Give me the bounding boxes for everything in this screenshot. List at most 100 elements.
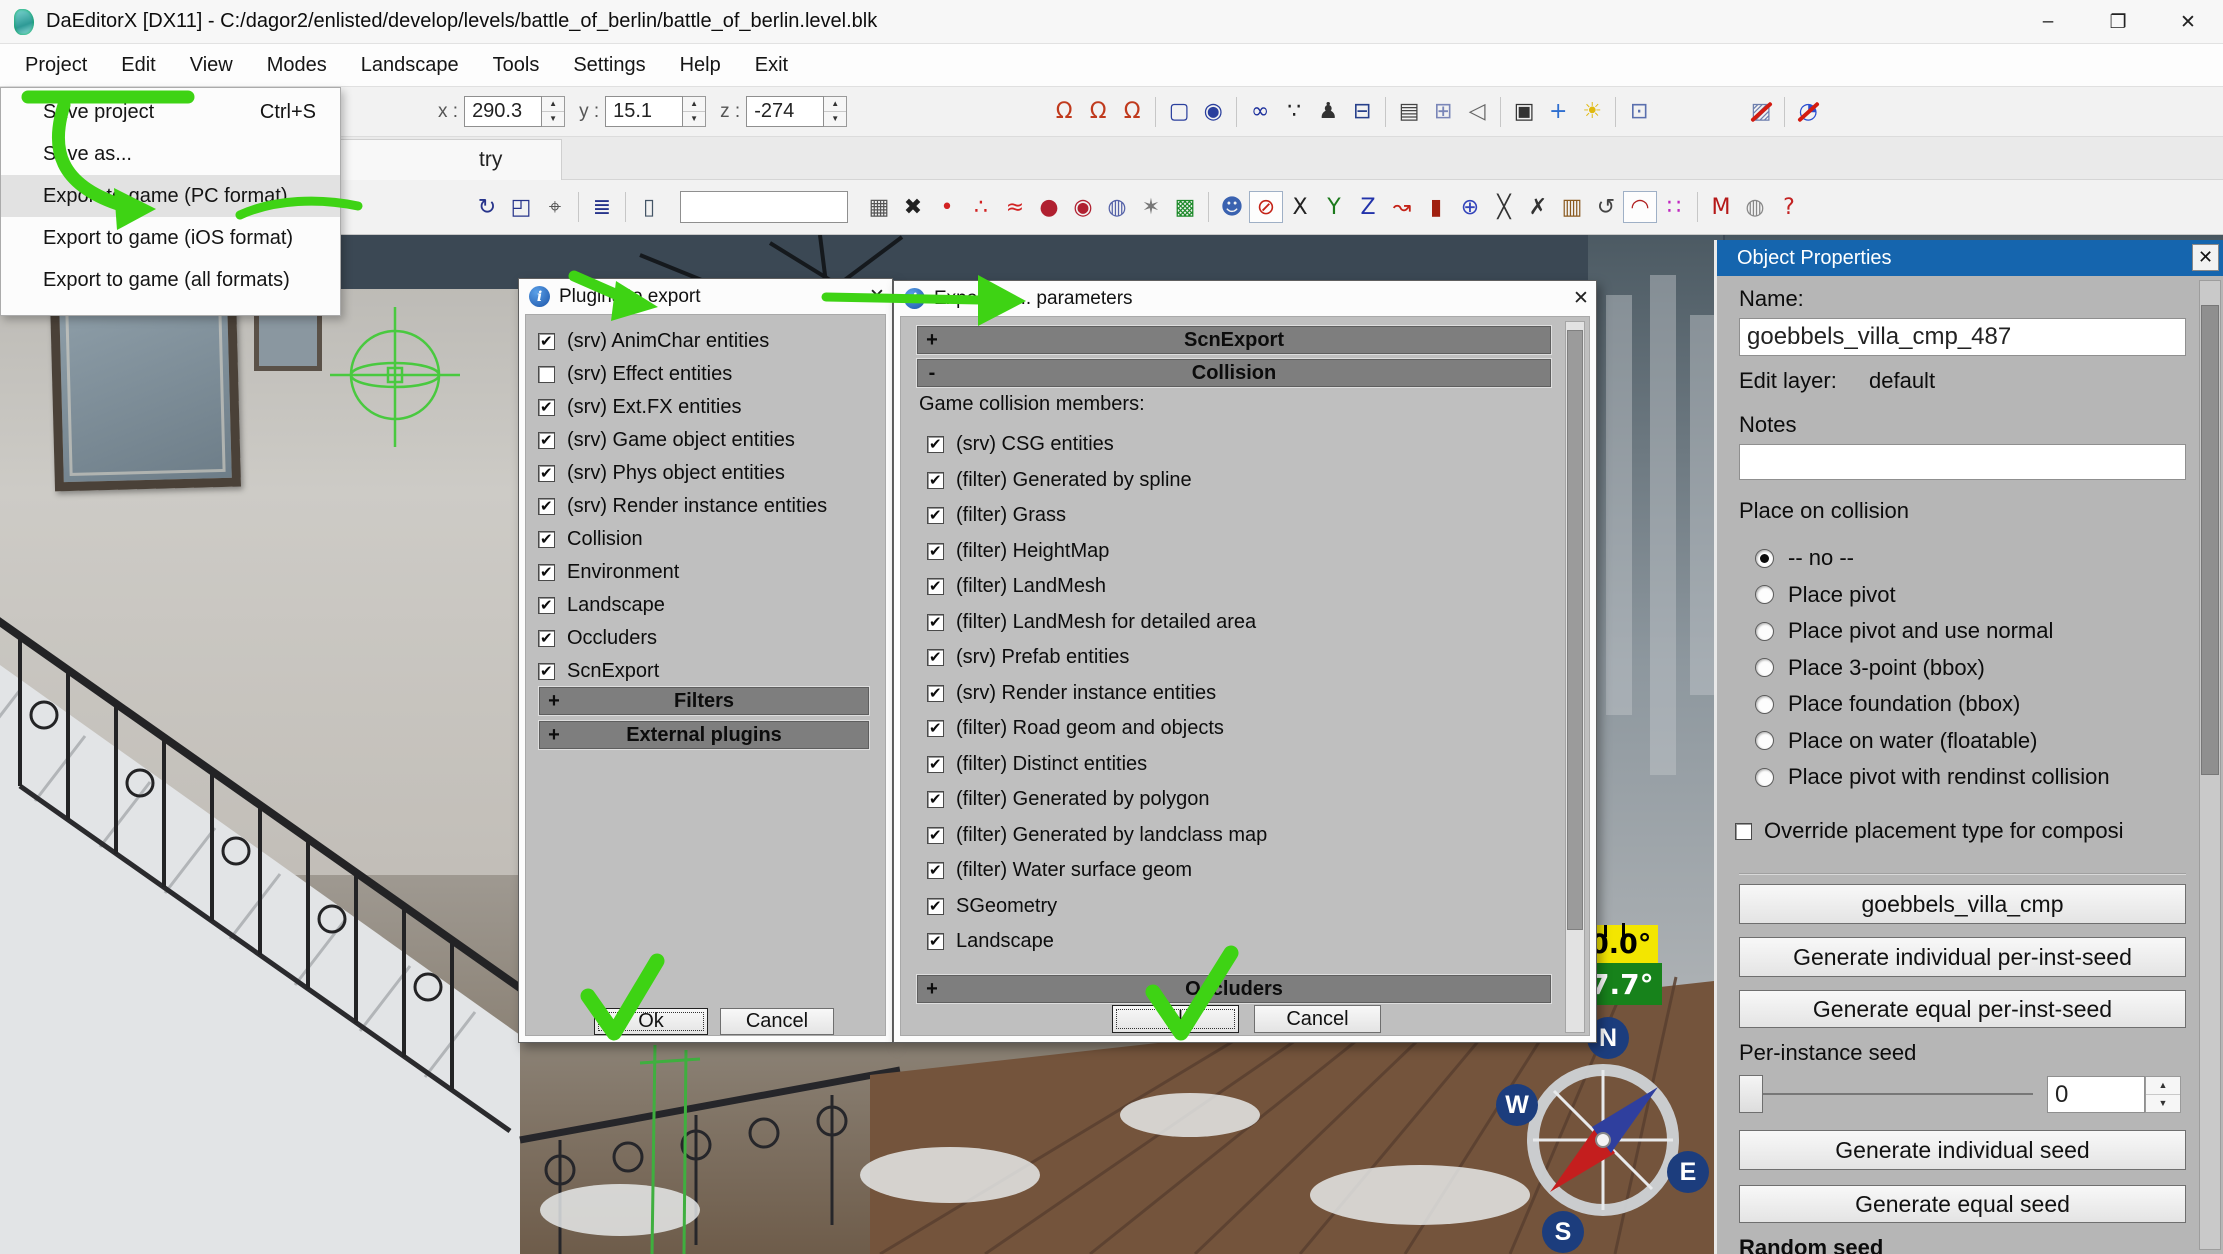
checkbox[interactable] <box>927 790 944 809</box>
menu-item[interactable]: Tools <box>476 44 557 87</box>
menu-item[interactable]: Edit <box>104 44 172 87</box>
menu-item[interactable]: Landscape <box>344 44 476 87</box>
checkbox[interactable] <box>927 897 944 915</box>
member-checkbox-row[interactable]: Landscape <box>927 924 1549 960</box>
member-checkbox-row[interactable]: SGeometry <box>927 889 1549 925</box>
disable-navigation-icon[interactable]: ◔ <box>1791 96 1825 128</box>
scale-mode-icon[interactable]: ◰ <box>504 191 538 223</box>
checkbox[interactable] <box>538 530 555 548</box>
radio-button[interactable] <box>1755 621 1774 641</box>
checkbox[interactable] <box>927 542 944 560</box>
plugin-checkbox-row[interactable]: Environment <box>538 556 873 589</box>
override-checkbox[interactable] <box>1735 822 1752 840</box>
name-input[interactable] <box>1739 318 2186 356</box>
dropdown-menu-item[interactable]: Save project Ctrl+S <box>1 91 340 133</box>
plugin-checkbox-row[interactable]: (srv) Effect entities <box>538 358 873 391</box>
checkbox[interactable] <box>927 755 944 773</box>
radio-button[interactable] <box>1755 548 1774 568</box>
sphere-entity-icon[interactable]: ● <box>1032 191 1066 223</box>
z-coordinate-stepper[interactable]: ▲ ▼ <box>824 96 848 127</box>
sphere-face-icon[interactable]: ☻ <box>1215 191 1249 223</box>
seed-slider-track[interactable] <box>1751 1093 2033 1095</box>
radio-button[interactable] <box>1755 585 1774 605</box>
generate-individual-per-inst-seed-button[interactable]: Generate individual per-inst-seed <box>1739 937 2186 977</box>
checkbox[interactable] <box>538 662 555 680</box>
plugin-checkbox-row[interactable]: (srv) Render instance entities <box>538 490 873 523</box>
cancel-button[interactable]: Cancel <box>1254 1005 1381 1033</box>
dropdown-menu-item[interactable]: Export to game (PC format) <box>1 175 340 217</box>
footsteps-icon[interactable]: ∵ <box>1277 96 1311 128</box>
member-checkbox-row[interactable]: (filter) Grass <box>927 498 1549 534</box>
walk-mode-icon[interactable]: ♟ <box>1311 96 1345 128</box>
hydrant-icon[interactable]: ▮ <box>1419 191 1453 223</box>
radio-button[interactable] <box>1755 694 1774 714</box>
sphere-copy-icon[interactable]: ◍ <box>1100 191 1134 223</box>
placement-radio-row[interactable]: Place pivot <box>1755 577 2185 614</box>
select-marquee-icon[interactable]: ▢ <box>1162 96 1196 128</box>
minimize-button[interactable]: – <box>2013 0 2083 44</box>
placement-radio-row[interactable]: Place pivot and use normal <box>1755 613 2185 650</box>
radio-button[interactable] <box>1755 731 1774 751</box>
menu-item[interactable]: Project <box>8 44 104 87</box>
refresh-loop-icon[interactable]: ↺ <box>1589 191 1623 223</box>
member-checkbox-row[interactable]: (filter) LandMesh <box>927 569 1549 605</box>
seed-stepper[interactable]: ▲ ▼ <box>2145 1076 2181 1113</box>
checkbox[interactable] <box>927 577 944 596</box>
placement-radio-row[interactable]: Place pivot with rendinst collision <box>1755 759 2185 796</box>
curve-edit-icon[interactable]: ◠ <box>1623 191 1657 223</box>
collision-group-header[interactable]: - Collision <box>916 358 1552 388</box>
placement-radio-row[interactable]: Place foundation (bbox) <box>1755 686 2185 723</box>
checkbox[interactable] <box>927 506 944 525</box>
scnexport-group-header[interactable]: + ScnExport <box>916 325 1552 355</box>
hide-textures-icon[interactable]: ▨ <box>1744 96 1778 128</box>
dialog-close-icon[interactable]: ✕ <box>1566 287 1596 310</box>
group-header-button[interactable]: + Filters <box>538 686 870 716</box>
member-checkbox-row[interactable]: (filter) Generated by landclass map <box>927 818 1549 854</box>
snap-move-magnet-icon[interactable]: Ω <box>1047 96 1081 128</box>
checkbox[interactable] <box>538 431 555 449</box>
plugin-checkbox-row[interactable]: (srv) Phys object entities <box>538 457 873 490</box>
golfball-icon[interactable]: ◍ <box>1738 191 1772 223</box>
cut-spline-icon[interactable]: ✗ <box>1521 191 1555 223</box>
select-by-name-icon[interactable]: ≣ <box>585 191 619 223</box>
curve-tool-icon[interactable]: ↝ <box>1385 191 1419 223</box>
selection-region-icon[interactable]: ▩ <box>1168 191 1202 223</box>
member-checkbox-row[interactable]: (srv) Prefab entities <box>927 640 1549 676</box>
plugin-checkbox-row[interactable]: Occluders <box>538 622 873 655</box>
generate-equal-seed-button[interactable]: Generate equal seed <box>1739 1185 2186 1223</box>
expand-icon[interactable]: + <box>918 329 946 352</box>
generate-equal-per-inst-seed-button[interactable]: Generate equal per-inst-seed <box>1739 990 2186 1028</box>
tab-geometry[interactable]: try <box>330 139 562 180</box>
globe-icon[interactable]: ⊕ <box>1453 191 1487 223</box>
console-window-icon[interactable]: ⊡ <box>1622 96 1656 128</box>
scrollbar-thumb[interactable] <box>1567 330 1583 930</box>
ok-button[interactable]: Ok <box>594 1008 708 1035</box>
checkbox[interactable] <box>538 332 555 350</box>
y-coordinate-input[interactable] <box>605 96 684 127</box>
sun-light-icon[interactable]: ☀ <box>1575 96 1609 128</box>
member-checkbox-row[interactable]: (filter) Generated by spline <box>927 463 1549 499</box>
maximize-button[interactable]: ❐ <box>2083 0 2153 44</box>
dialog-title-bar[interactable]: i Export to ... parameters ✕ <box>894 281 1596 316</box>
member-checkbox-row[interactable]: (filter) Road geom and objects <box>927 711 1549 747</box>
checkbox[interactable] <box>927 613 944 631</box>
occluders-group-header[interactable]: + Occluders <box>916 974 1552 1004</box>
collapse-icon[interactable]: - <box>918 362 946 385</box>
x-coordinate-stepper[interactable]: ▲ ▼ <box>542 96 566 127</box>
checkbox[interactable] <box>927 435 944 454</box>
camera-position-icon[interactable]: + <box>1541 96 1575 128</box>
menu-item[interactable]: Exit <box>738 44 805 87</box>
panel-close-icon[interactable]: ✕ <box>2192 244 2219 271</box>
axis-y-icon[interactable]: Y <box>1317 191 1351 223</box>
menu-item[interactable]: Modes <box>250 44 344 87</box>
close-button[interactable]: ✕ <box>2153 0 2223 44</box>
axis-z-icon[interactable]: Z <box>1351 191 1385 223</box>
member-checkbox-row[interactable]: (filter) Water surface geom <box>927 853 1549 889</box>
expand-icon[interactable]: + <box>540 690 568 713</box>
snap-scale-magnet-icon[interactable]: Ω <box>1115 96 1149 128</box>
member-checkbox-row[interactable]: (filter) Generated by polygon <box>927 782 1549 818</box>
plugin-checkbox-row[interactable]: (srv) Ext.FX entities <box>538 391 873 424</box>
spline-draw-icon[interactable]: ≈ <box>998 191 1032 223</box>
view-cone-icon[interactable]: ◁ <box>1460 96 1494 128</box>
delete-objects-icon[interactable]: ✖ <box>896 191 930 223</box>
